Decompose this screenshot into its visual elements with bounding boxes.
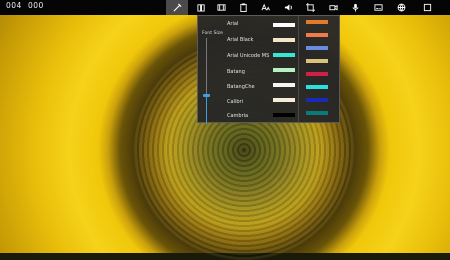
book-icon [196, 4, 205, 12]
text-color-swatch[interactable] [273, 23, 295, 27]
background-color-swatch[interactable] [306, 33, 328, 37]
fullscreen-icon [423, 3, 431, 12]
chapters-button[interactable] [210, 0, 232, 15]
background-color-swatch[interactable] [306, 72, 328, 76]
elapsed-time: 004 [6, 1, 22, 10]
text-color-swatch[interactable] [273, 113, 295, 117]
text-color-swatch[interactable] [273, 38, 295, 42]
subtitles-button[interactable] [367, 0, 389, 15]
text-case-button[interactable] [254, 0, 276, 15]
total-time: 000 [28, 1, 44, 10]
font-size-slider-fill [206, 97, 207, 124]
microphone-icon [351, 3, 359, 12]
background-color-swatch[interactable] [306, 85, 328, 89]
speaker-icon [284, 4, 292, 11]
text-color-swatch[interactable] [273, 68, 295, 72]
pen-tool-button[interactable] [166, 0, 188, 15]
background-color-swatch[interactable] [306, 59, 328, 63]
background-color-swatch[interactable] [306, 46, 328, 50]
font-option-batangche[interactable]: BatangChe [227, 84, 255, 90]
volume-button[interactable] [277, 0, 299, 15]
font-size-label: Font Size [202, 31, 223, 36]
microphone-button[interactable] [344, 0, 366, 15]
clipboard-icon [239, 3, 247, 12]
font-option-arial-unicode-ms[interactable]: Arial Unicode MS [227, 53, 269, 59]
font-option-arial[interactable]: Arial [227, 21, 238, 27]
subtitle-style-popup: Font Size Arial Arial Black Arial Unicod… [197, 15, 340, 124]
font-option-arial-black[interactable]: Arial Black [227, 37, 253, 43]
text-case-icon [260, 3, 270, 11]
globe-icon [397, 3, 405, 12]
popup-divider [298, 16, 299, 122]
text-color-swatch[interactable] [273, 83, 295, 87]
background-color-swatch[interactable] [306, 20, 328, 24]
clipboard-button[interactable] [232, 0, 254, 15]
text-color-swatch[interactable] [273, 98, 295, 102]
language-button[interactable] [390, 0, 412, 15]
top-toolbar: 004 000 [0, 0, 450, 15]
font-option-calibri[interactable]: Calibri [227, 99, 243, 105]
crop-button[interactable] [299, 0, 321, 15]
record-button[interactable] [322, 0, 344, 15]
subtitles-icon [373, 4, 383, 11]
library-button[interactable] [190, 0, 212, 15]
background-color-swatch[interactable] [306, 111, 328, 115]
crop-icon [305, 3, 315, 12]
background-color-swatch[interactable] [306, 98, 328, 102]
pen-icon [173, 3, 181, 12]
fullscreen-button[interactable] [416, 0, 438, 15]
text-color-swatch[interactable] [273, 53, 295, 57]
video-camera-icon [328, 4, 338, 11]
film-strip-icon [216, 4, 226, 11]
font-option-batang[interactable]: Batang [227, 69, 245, 75]
font-option-cambria[interactable]: Cambria [227, 113, 248, 119]
